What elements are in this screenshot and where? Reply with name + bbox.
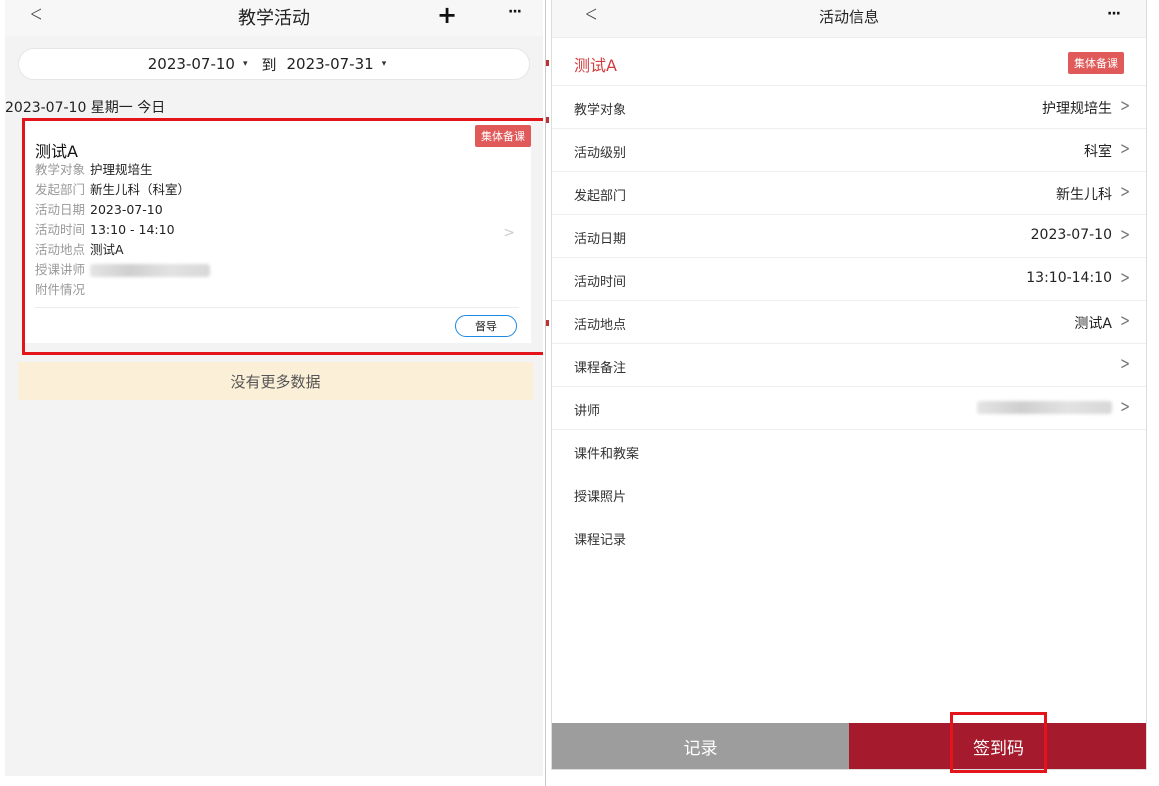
activity-type-badge: 集体备课 [1068,52,1124,74]
chevron-right-icon: > [1119,311,1130,331]
chevron-right-icon: > [1119,96,1130,116]
info-item-course-record[interactable]: 课程记录 [552,516,1146,559]
activity-header: 测试A 集体备课 [552,38,1146,86]
info-item-time[interactable]: 活动时间 13:10-14:10 > [552,258,1146,301]
info-label: 课程记录 [574,533,627,548]
info-value: 测试A [1074,316,1112,332]
info-label: 课程备注 [574,361,627,376]
info-item-notes[interactable]: 课程备注 > [552,344,1146,387]
start-date-caret-icon[interactable]: ▾ [243,59,248,69]
edge-mark [546,117,549,123]
info-value: 13:10-14:10 [1026,270,1112,286]
more-icon[interactable]: ··· [508,4,522,20]
date-range-separator: 到 [261,55,277,74]
chevron-right-icon: > [1119,397,1130,417]
edge-mark [546,320,549,326]
chevron-right-icon: > [1119,268,1130,288]
info-value: 科室 [1084,144,1112,160]
activity-info-panel: < 活动信息 ··· 测试A 集体备课 教学对象 护理规培生 > 活动级别 科室 > 发… [551,0,1147,770]
blurred-lecturer-name [977,399,1112,415]
chevron-right-icon: > [1119,182,1130,202]
chevron-right-icon: > [1119,225,1130,245]
info-label: 活动时间 [574,275,627,290]
no-more-data-banner: 没有更多数据 [18,362,533,400]
info-value: 2023-07-10 [1030,227,1112,243]
info-item-courseware[interactable]: 课件和教案 [552,430,1146,473]
info-nav-bar: < 活动信息 ··· [552,0,1146,38]
page-title: 教学活动 [238,8,310,29]
info-item-department[interactable]: 发起部门 新生儿科 > [552,172,1146,215]
info-list: 教学对象 护理规培生 > 活动级别 科室 > 发起部门 新生儿科 > 活动日期 2023-07… [552,86,1146,559]
end-date-caret-icon[interactable]: ▾ [382,59,387,69]
date-range-picker: 2023-07-10 ▾ 到 2023-07-31 ▾ [18,48,530,80]
list-nav-bar: < 教学活动 + ··· [5,0,543,36]
info-item-target[interactable]: 教学对象 护理规培生 > [552,86,1146,129]
info-label: 授课照片 [574,490,627,505]
info-item-photos[interactable]: 授课照片 [552,473,1146,516]
chevron-right-icon: > [1119,354,1130,374]
page-title: 活动信息 [818,8,879,26]
activity-name: 测试A [574,56,617,75]
day-header: 2023-07-10 星期一 今日 [5,100,166,116]
info-label: 教学对象 [574,103,627,118]
info-label: 发起部门 [574,189,627,204]
info-value: 新生儿科 [1056,187,1112,203]
start-date-select[interactable]: 2023-07-10 [148,55,235,73]
info-label: 课件和教案 [574,447,640,462]
activity-list-panel: < 教学活动 + ··· 2023-07-10 ▾ 到 2023-07-31 ▾… [5,0,543,776]
info-label: 活动日期 [574,232,627,247]
end-date-select[interactable]: 2023-07-31 [287,55,374,73]
bottom-action-bar: 记录 签到码 [552,723,1146,769]
info-label: 活动地点 [574,318,627,333]
info-item-level[interactable]: 活动级别 科室 > [552,129,1146,172]
info-value: 护理规培生 [1042,101,1112,117]
screen: < 教学活动 + ··· 2023-07-10 ▾ 到 2023-07-31 ▾… [0,0,1159,786]
info-item-lecturer[interactable]: 讲师 > [552,387,1146,430]
highlight-box [22,118,543,355]
more-icon[interactable]: ··· [1107,6,1121,22]
highlight-box [950,712,1047,773]
info-item-location[interactable]: 活动地点 测试A > [552,301,1146,344]
info-label: 活动级别 [574,146,627,161]
chevron-right-icon: > [1119,139,1130,159]
info-label: 讲师 [574,404,601,419]
record-button[interactable]: 记录 [552,723,849,769]
info-item-date[interactable]: 活动日期 2023-07-10 > [552,215,1146,258]
add-icon[interactable]: + [437,1,457,29]
edge-mark [546,60,549,66]
